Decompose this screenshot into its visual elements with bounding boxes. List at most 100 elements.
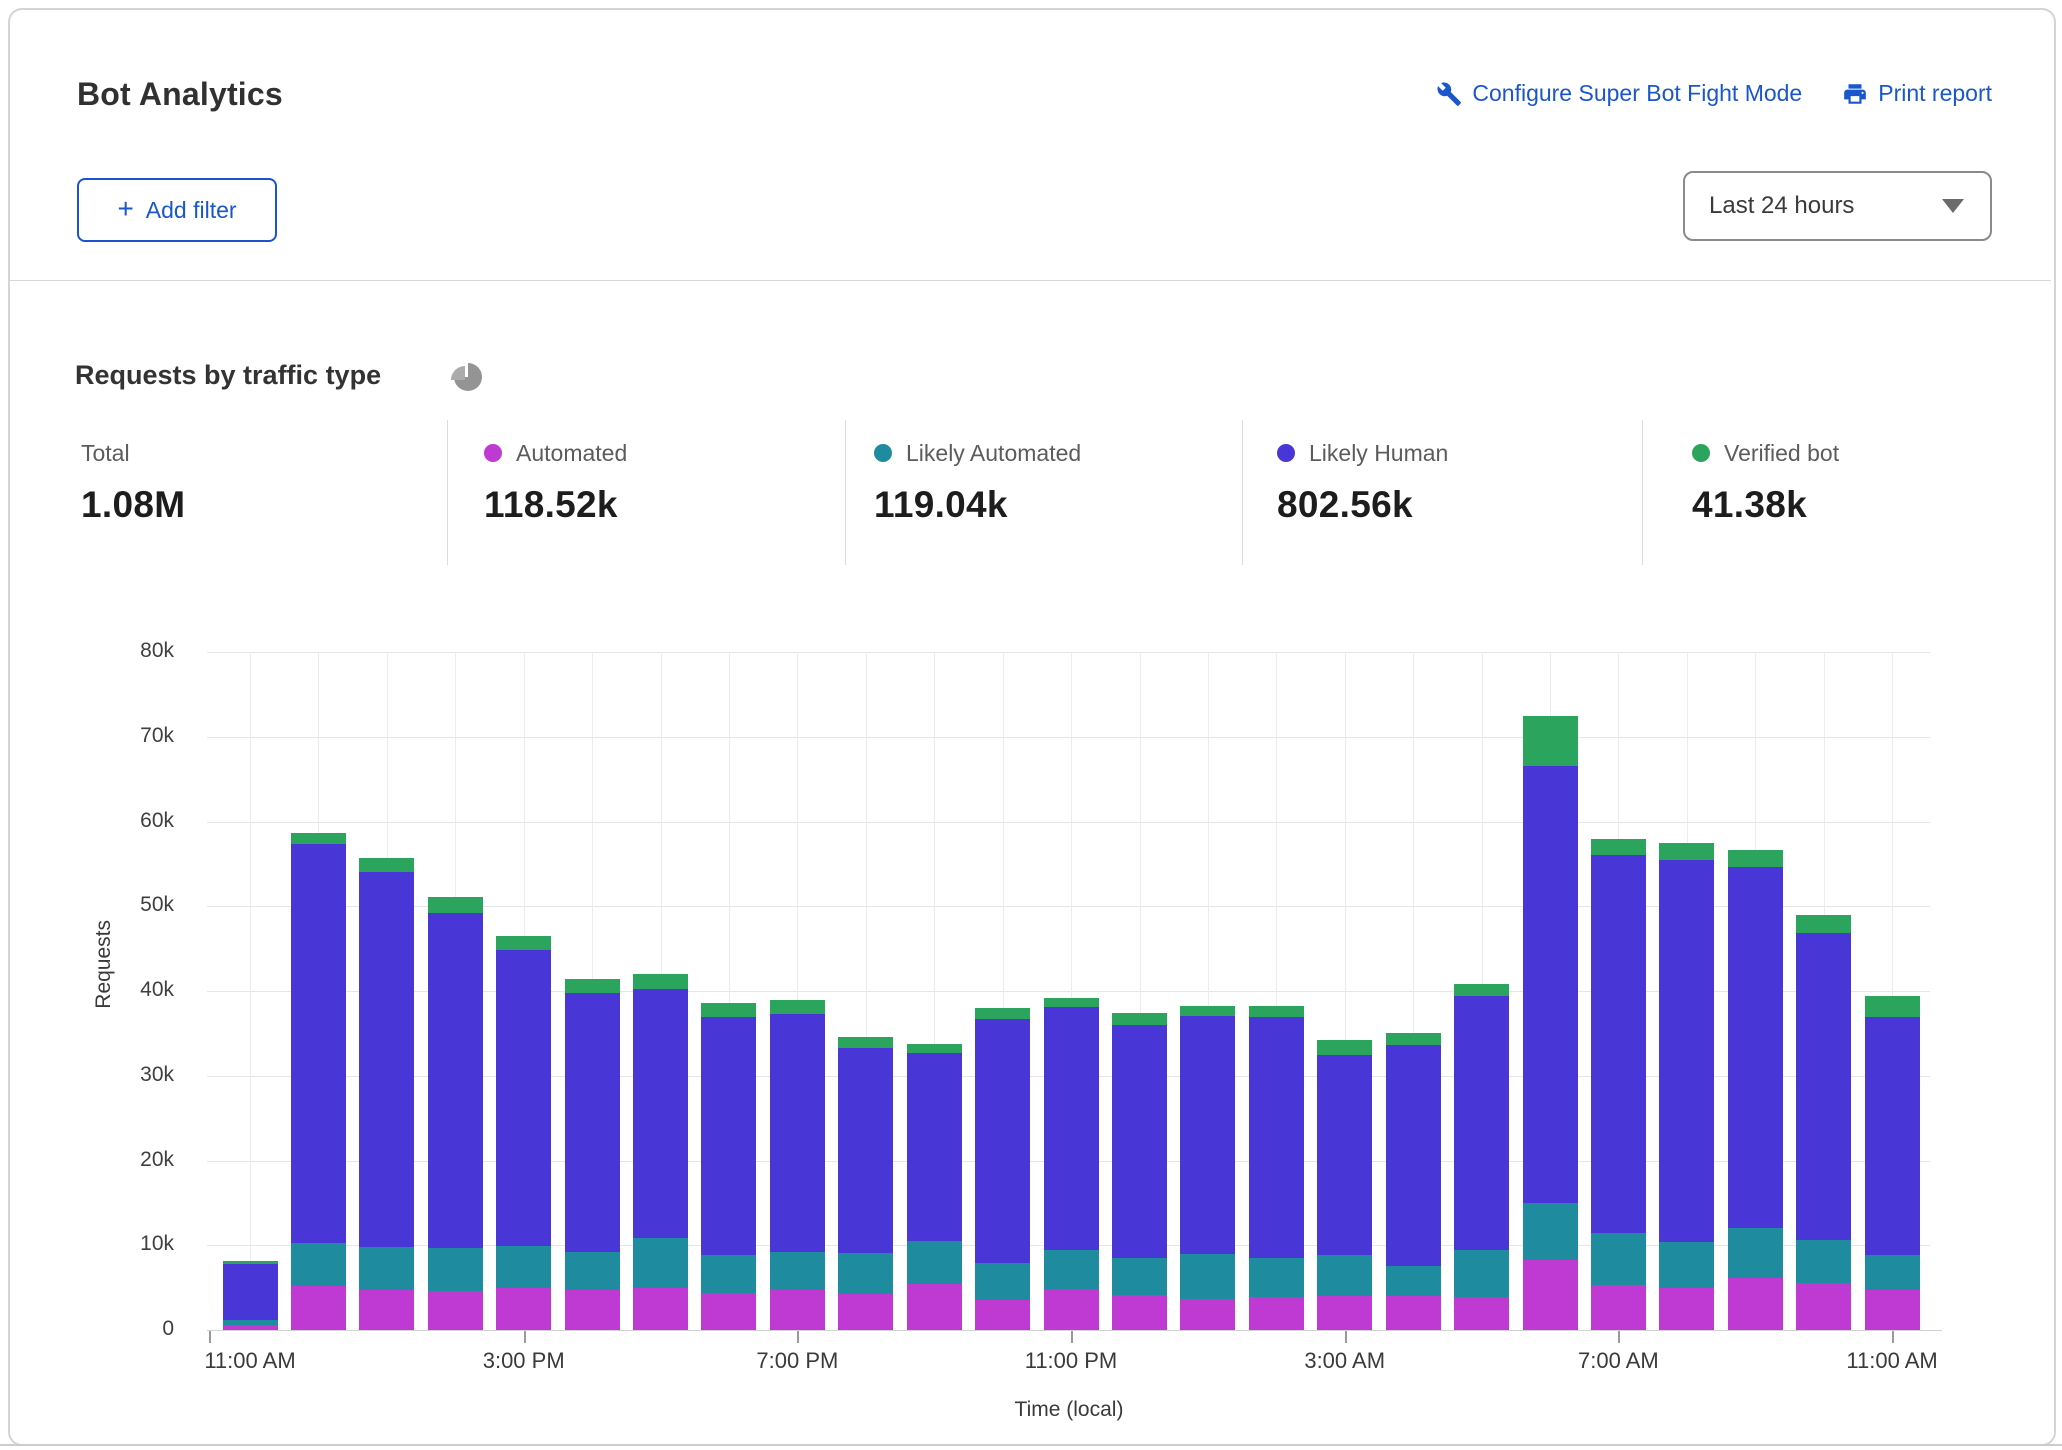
segment-likely-automated [1728,1228,1783,1278]
bar-2:00 PM[interactable] [428,897,483,1330]
bar-1:00 AM[interactable] [1180,1006,1235,1330]
segment-likely-automated [1044,1250,1099,1289]
wrench-icon [1436,81,1462,107]
time-range-select[interactable]: Last 24 hours [1683,171,1992,241]
segment-likely-automated [1454,1250,1509,1297]
bar-2:00 AM[interactable] [1249,1006,1304,1330]
segment-automated [1523,1260,1578,1330]
bar-11:00 AM[interactable] [1865,996,1920,1330]
segment-likely-human [1249,1017,1304,1258]
bar-1:00 PM[interactable] [359,858,414,1330]
segment-likely-automated [565,1252,620,1290]
segment-likely-human [633,989,688,1238]
bar-4:00 PM[interactable] [565,979,620,1330]
segment-automated [428,1291,483,1330]
segment-likely-automated [359,1247,414,1290]
chevron-down-icon [1942,199,1964,213]
segment-automated [770,1290,825,1330]
segment-likely-automated [1659,1242,1714,1288]
segment-likely-human [1659,860,1714,1241]
automated-dot [484,444,502,462]
segment-likely-automated [1386,1266,1441,1296]
segment-verified-bot [1112,1013,1167,1025]
configure-link-label: Configure Super Bot Fight Mode [1472,80,1802,107]
segment-likely-human [496,950,551,1247]
segment-verified-bot [1386,1033,1441,1045]
segment-automated [291,1286,346,1330]
time-range-value: Last 24 hours [1709,192,1854,220]
bar-11:00 PM[interactable] [1044,998,1099,1330]
pie-chart-icon [453,362,483,392]
segment-likely-human [1386,1045,1441,1266]
segment-likely-automated [1796,1240,1851,1283]
segment-likely-automated [975,1263,1030,1299]
segment-likely-human [1796,933,1851,1241]
segment-automated [1591,1285,1646,1330]
segment-verified-bot [1796,915,1851,933]
stat-divider [447,420,448,565]
segment-likely-human [1180,1016,1235,1254]
segment-automated [1796,1283,1851,1330]
bar-3:00 AM[interactable] [1317,1040,1372,1330]
segment-likely-human [1591,855,1646,1233]
bar-3:00 PM[interactable] [496,936,551,1330]
segment-likely-human [907,1053,962,1241]
segment-verified-bot [1591,839,1646,856]
bar-9:00 PM[interactable] [907,1044,962,1330]
segment-likely-automated [1523,1203,1578,1260]
segment-likely-human [359,872,414,1247]
segment-verified-bot [907,1044,962,1053]
segment-automated [1249,1297,1304,1330]
bar-7:00 PM[interactable] [770,1000,825,1331]
bar-10:00 PM[interactable] [975,1008,1030,1330]
stat-label: Verified bot [1724,440,1839,467]
segment-automated [1386,1296,1441,1330]
bar-6:00 PM[interactable] [701,1003,756,1330]
add-filter-button[interactable]: + Add filter [77,178,277,242]
bar-7:00 AM[interactable] [1591,839,1646,1331]
page-bottom-divider [0,1444,2062,1446]
segment-automated [359,1290,414,1330]
stat-label: Likely Automated [906,440,1081,467]
segment-automated [975,1300,1030,1331]
bar-10:00 AM[interactable] [1796,915,1851,1330]
bar-8:00 PM[interactable] [838,1037,893,1330]
segment-likely-human [1044,1007,1099,1250]
segment-automated [565,1290,620,1330]
stat-likely-automated: Likely Automated 119.04k [874,440,1234,526]
segment-likely-automated [496,1246,551,1288]
configure-super-bot-fight-mode-link[interactable]: Configure Super Bot Fight Mode [1436,80,1802,107]
bar-5:00 PM[interactable] [633,974,688,1330]
segment-verified-bot [428,897,483,913]
stat-label: Likely Human [1309,440,1448,467]
segment-likely-human [770,1014,825,1252]
bar-4:00 AM[interactable] [1386,1033,1441,1330]
bar-12:00 AM[interactable] [1112,1013,1167,1330]
bar-6:00 AM[interactable] [1523,716,1578,1330]
segment-verified-bot [838,1037,893,1048]
segment-verified-bot [1044,998,1099,1007]
bar-9:00 AM[interactable] [1728,850,1783,1331]
segment-automated [838,1294,893,1330]
segment-automated [1659,1288,1714,1330]
likely-automated-dot [874,444,892,462]
print-report-link[interactable]: Print report [1842,80,1992,107]
segment-likely-human [1112,1025,1167,1258]
printer-icon [1842,81,1868,107]
segment-automated [907,1284,962,1330]
stat-label: Total [81,440,130,467]
print-link-label: Print report [1878,80,1992,107]
bar-8:00 AM[interactable] [1659,843,1714,1330]
bar-11:00 AM[interactable] [223,1261,278,1330]
section-title: Requests by traffic type [75,360,381,391]
segment-verified-bot [975,1008,1030,1019]
segment-verified-bot [701,1003,756,1017]
segment-likely-human [1728,867,1783,1228]
bar-5:00 AM[interactable] [1454,984,1509,1330]
bar-12:00 PM[interactable] [291,833,346,1331]
segment-likely-automated [1591,1233,1646,1285]
segment-verified-bot [1728,850,1783,867]
plus-icon: + [117,195,133,223]
segment-likely-automated [838,1253,893,1294]
likely-human-dot [1277,444,1295,462]
